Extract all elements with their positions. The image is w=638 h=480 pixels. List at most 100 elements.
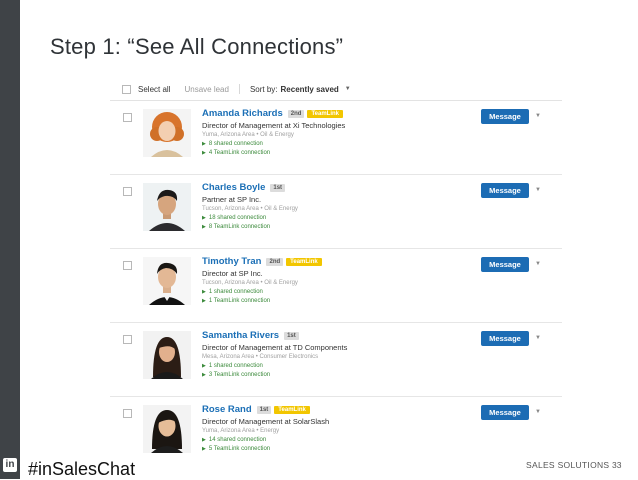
lead-name-link[interactable]: Amanda Richards <box>202 108 283 119</box>
message-button[interactable]: Message <box>481 331 529 346</box>
leads-toolbar: Select all Unsave lead Sort by: Recently… <box>122 82 351 96</box>
shared-connections-link[interactable]: ▶ 18 shared connection <box>202 214 472 223</box>
lead-info: Amanda Richards 2nd TeamLink Director of… <box>202 107 472 158</box>
lead-location-industry: Yuma, Arizona Area • Oil & Energy <box>202 132 294 138</box>
lead-name-link[interactable]: Timothy Tran <box>202 256 261 267</box>
message-button[interactable]: Message <box>481 109 529 124</box>
message-button[interactable]: Message <box>481 257 529 272</box>
caret-right-icon: ▶ <box>202 289 206 295</box>
lead-checkbox[interactable] <box>123 113 132 122</box>
teamlink-connections-link[interactable]: ▶ 4 TeamLink connection <box>202 149 472 158</box>
caret-right-icon: ▶ <box>202 363 206 369</box>
lead-name-link[interactable]: Rose Rand <box>202 404 252 415</box>
lead-name-link[interactable]: Samantha Rivers <box>202 330 279 341</box>
toolbar-divider-line <box>110 100 562 101</box>
row-divider <box>110 248 562 249</box>
lead-location-industry: Yuma, Arizona Area • Energy <box>202 428 280 434</box>
lead-row: Amanda Richards 2nd TeamLink Director of… <box>110 103 562 175</box>
slide-title: Step 1: “See All Connections” <box>50 34 344 59</box>
unsave-lead-button[interactable]: Unsave lead <box>184 85 228 94</box>
lead-row: Charles Boyle 1st Partner at SP Inc. Tuc… <box>110 177 562 249</box>
shared-connections-text[interactable]: 1 shared connection <box>209 363 263 369</box>
lead-headline: Director at SP Inc. <box>202 269 263 278</box>
lead-info: Samantha Rivers 1st Director of Manageme… <box>202 329 472 380</box>
avatar[interactable] <box>143 331 191 379</box>
message-button[interactable]: Message <box>481 405 529 420</box>
lead-checkbox[interactable] <box>123 261 132 270</box>
shared-connections-text[interactable]: 18 shared connection <box>209 215 266 221</box>
teamlink-connections-text[interactable]: 4 TeamLink connection <box>209 150 270 156</box>
page-number: 33 <box>612 460 622 470</box>
lead-checkbox[interactable] <box>123 409 132 418</box>
caret-right-icon: ▶ <box>202 224 206 230</box>
lead-location-industry: Tucson, Arizona Area • Oil & Energy <box>202 280 298 286</box>
saved-leads-panel: Select all Unsave lead Sort by: Recently… <box>110 76 562 461</box>
shared-connections-link[interactable]: ▶ 8 shared connection <box>202 140 472 149</box>
lead-headline: Partner at SP Inc. <box>202 195 262 204</box>
chevron-down-icon[interactable]: ▼ <box>535 113 541 119</box>
teamlink-connections-link[interactable]: ▶ 3 TeamLink connection <box>202 371 472 380</box>
teamlink-connections-link[interactable]: ▶ 8 TeamLink connection <box>202 223 472 232</box>
row-divider <box>110 174 562 175</box>
lead-row: Samantha Rivers 1st Director of Manageme… <box>110 325 562 397</box>
lead-name-link[interactable]: Charles Boyle <box>202 182 265 193</box>
teamlink-connections-text[interactable]: 5 TeamLink connection <box>209 446 270 452</box>
chevron-down-icon[interactable]: ▼ <box>535 187 541 193</box>
caret-right-icon: ▶ <box>202 141 206 147</box>
shared-connections-link[interactable]: ▶ 1 shared connection <box>202 362 472 371</box>
lead-location-industry: Mesa, Arizona Area • Consumer Electronic… <box>202 354 319 360</box>
lead-info: Timothy Tran 2nd TeamLink Director at SP… <box>202 255 472 306</box>
teamlink-badge: TeamLink <box>274 405 310 414</box>
chevron-down-icon[interactable]: ▼ <box>535 409 541 415</box>
teamlink-connections-text[interactable]: 1 TeamLink connection <box>209 298 270 304</box>
teamlink-badge: TeamLink <box>286 257 322 266</box>
chevron-down-icon[interactable]: ▼ <box>345 86 351 92</box>
sort-dropdown[interactable]: Recently saved <box>281 85 339 94</box>
shared-connections-text[interactable]: 14 shared connection <box>209 437 266 443</box>
avatar[interactable] <box>143 405 191 453</box>
toolbar-divider <box>238 84 240 94</box>
row-divider <box>110 322 562 323</box>
avatar[interactable] <box>143 257 191 305</box>
sort-label: Sort by: <box>249 84 278 94</box>
chevron-down-icon[interactable]: ▼ <box>535 261 541 267</box>
shared-connections-link[interactable]: ▶ 1 shared connection <box>202 288 472 297</box>
shared-connections-text[interactable]: 8 shared connection <box>209 141 263 147</box>
caret-right-icon: ▶ <box>202 150 206 156</box>
lead-checkbox[interactable] <box>123 335 132 344</box>
teamlink-connections-link[interactable]: ▶ 5 TeamLink connection <box>202 445 472 454</box>
teamlink-connections-text[interactable]: 8 TeamLink connection <box>209 224 270 230</box>
lead-headline: Director of Management at Xi Technologie… <box>202 121 346 130</box>
linkedin-logo-icon: in <box>3 458 17 472</box>
footer-label: SALES SOLUTIONS <box>526 460 610 470</box>
lead-location-industry: Tucson, Arizona Area • Oil & Energy <box>202 206 298 212</box>
message-button[interactable]: Message <box>481 183 529 198</box>
shared-connections-link[interactable]: ▶ 14 shared connection <box>202 436 472 445</box>
caret-right-icon: ▶ <box>202 215 206 221</box>
avatar[interactable] <box>143 109 191 157</box>
lead-row: Timothy Tran 2nd TeamLink Director at SP… <box>110 251 562 323</box>
teamlink-connections-text[interactable]: 3 TeamLink connection <box>209 372 270 378</box>
lead-headline: Director of Management at SolarSlash <box>202 417 330 426</box>
lead-checkbox[interactable] <box>123 187 132 196</box>
degree-badge: 1st <box>256 405 272 414</box>
row-divider <box>110 396 562 397</box>
degree-badge: 2nd <box>287 109 305 118</box>
caret-right-icon: ▶ <box>202 446 206 452</box>
degree-badge: 1st <box>270 183 286 192</box>
caret-right-icon: ▶ <box>202 437 206 443</box>
slide-sidebar <box>0 0 20 479</box>
teamlink-connections-link[interactable]: ▶ 1 TeamLink connection <box>202 297 472 306</box>
degree-badge: 1st <box>284 331 299 340</box>
degree-badge: 2nd <box>266 257 284 266</box>
select-all-label[interactable]: Select all <box>138 85 170 94</box>
chevron-down-icon[interactable]: ▼ <box>535 335 541 341</box>
lead-info: Charles Boyle 1st Partner at SP Inc. Tuc… <box>202 181 472 232</box>
teamlink-badge: TeamLink <box>307 109 344 118</box>
shared-connections-text[interactable]: 1 shared connection <box>209 289 263 295</box>
avatar[interactable] <box>143 183 191 231</box>
lead-row: Rose Rand 1st TeamLink Director of Manag… <box>110 399 562 471</box>
caret-right-icon: ▶ <box>202 298 206 304</box>
select-all-checkbox[interactable] <box>122 84 131 94</box>
lead-info: Rose Rand 1st TeamLink Director of Manag… <box>202 403 472 454</box>
